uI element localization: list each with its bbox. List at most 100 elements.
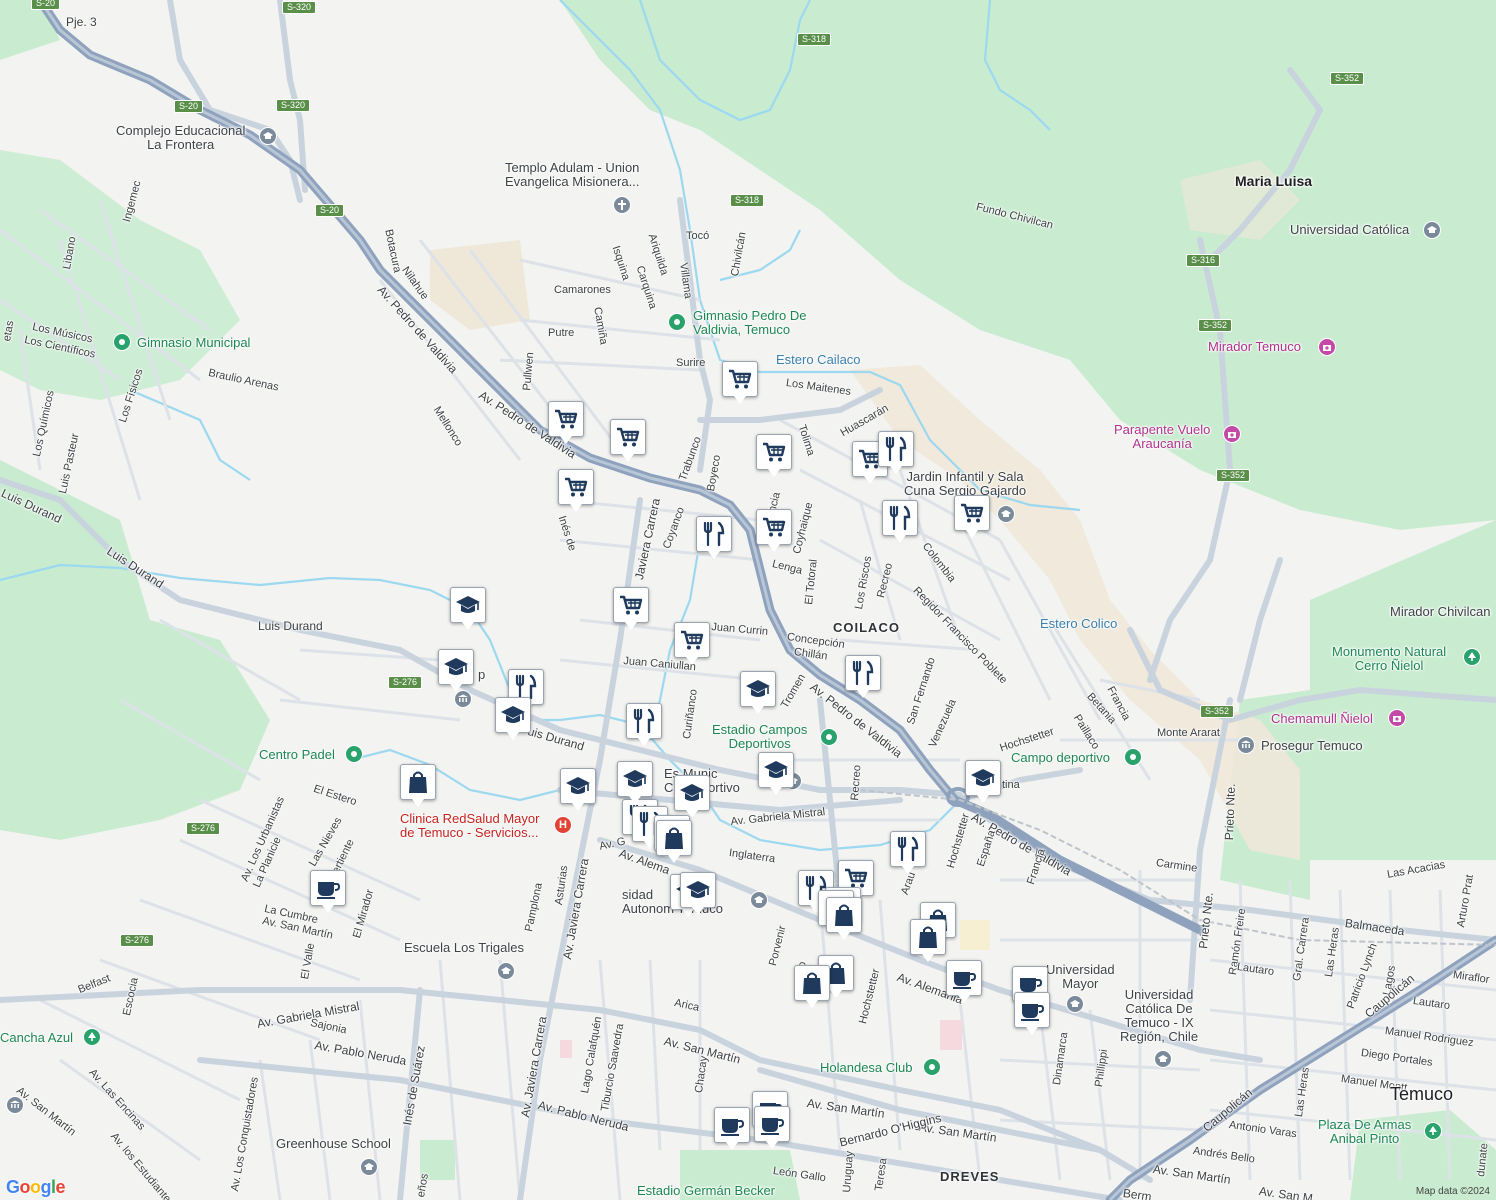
grocery-marker[interactable] (722, 361, 758, 404)
poi-templo-adulam[interactable]: Templo Adulam - Union Evangelica Misione… (505, 161, 639, 189)
poi-name-line2: Evangelica Misionera... (505, 174, 640, 189)
poi-gimnasio-municipal[interactable]: Gimnasio Municipal (137, 336, 250, 350)
poi-name-line2: Anibal Pinto (1329, 1131, 1400, 1146)
road-shield: S-276 (388, 676, 423, 689)
school-icon (360, 1158, 378, 1176)
bank-icon (1237, 736, 1255, 754)
shopping-marker[interactable] (794, 965, 830, 1008)
restaurant-marker[interactable] (626, 703, 662, 746)
grocery-marker[interactable] (613, 587, 649, 630)
restaurant-icon (894, 835, 922, 863)
hospital-icon: H (554, 816, 572, 834)
poi-estadio-german-becker[interactable]: Estadio Germán Becker (637, 1184, 775, 1198)
restaurant-icon (882, 435, 910, 463)
poi-name: Universidad (1124, 987, 1194, 1002)
grocery-marker[interactable] (756, 509, 792, 552)
cafe-marker[interactable] (946, 960, 982, 1003)
cafe-icon (950, 964, 978, 992)
school-icon (1154, 1050, 1172, 1068)
grocery-marker[interactable] (558, 469, 594, 512)
school-marker[interactable] (560, 768, 596, 811)
school-marker[interactable] (758, 752, 794, 795)
poi-name: Plaza De Armas (1318, 1117, 1412, 1132)
restaurant-marker[interactable] (878, 431, 914, 474)
road-shield: S-20 (174, 100, 204, 113)
tree-icon (1463, 648, 1481, 666)
school-marker[interactable] (674, 775, 710, 818)
poi-complejo-educacional[interactable]: Complejo Educacional La Frontera (116, 124, 245, 152)
poi-greenhouse-school[interactable]: Greenhouse School (276, 1137, 391, 1151)
poi-mirador-temuco[interactable]: Mirador Temuco (1208, 340, 1301, 354)
camera-icon (1223, 425, 1241, 443)
google-logo[interactable]: Google (6, 1177, 66, 1198)
poi-universidad-mayor[interactable]: Universidad Mayor (1046, 963, 1115, 991)
restaurant-marker[interactable] (696, 516, 732, 559)
shopping-marker[interactable] (826, 897, 862, 940)
school-marker[interactable] (680, 872, 716, 915)
school-icon (678, 779, 706, 807)
poi-plaza-de-armas[interactable]: Plaza De Armas Anibal Pinto (1318, 1118, 1411, 1146)
school-marker[interactable] (965, 760, 1001, 803)
road-label: Tocó (686, 230, 710, 242)
poi-universidad-catolica[interactable]: Universidad Católica (1290, 223, 1409, 237)
road-label: Putre (548, 327, 575, 339)
poi-monumento-nielol[interactable]: Monumento Natural Cerro Ñielol (1332, 645, 1446, 673)
school-marker[interactable] (438, 649, 474, 692)
shopping-marker[interactable] (656, 820, 692, 863)
poi-universidad-catolica-ix[interactable]: Universidad Católica De Temuco - IX Regi… (1120, 988, 1198, 1044)
school-icon (497, 962, 515, 980)
restaurant-marker[interactable] (890, 831, 926, 874)
water-label-estero-colico: Estero Colico (1040, 616, 1118, 631)
school-marker[interactable] (495, 697, 531, 740)
grocery-icon (958, 499, 986, 527)
school-icon (684, 876, 712, 904)
restaurant-icon (630, 707, 658, 735)
cafe-marker[interactable] (1014, 992, 1050, 1035)
cafe-marker[interactable] (310, 870, 346, 913)
poi-gimnasio-pedro-de-valdivia[interactable]: Gimnasio Pedro De Valdivia, Temuco (693, 309, 806, 337)
grocery-marker[interactable] (954, 495, 990, 538)
restaurant-marker[interactable] (845, 655, 881, 698)
poi-prosegur[interactable]: Prosegur Temuco (1261, 739, 1363, 753)
camera-icon (1318, 338, 1336, 356)
poi-name-line2: La Frontera (147, 137, 215, 152)
shopping-marker[interactable] (910, 919, 946, 962)
shopping-marker[interactable] (400, 764, 436, 807)
poi-parapente-vuelo[interactable]: Parapente Vuelo Araucanía (1114, 423, 1210, 451)
school-marker[interactable] (740, 671, 776, 714)
poi-estadio-campos-deportivos[interactable]: Estadio Campos Deportivos (712, 723, 807, 751)
grocery-marker[interactable] (548, 401, 584, 444)
road-shield: S-352 (1216, 469, 1251, 482)
poi-mirador-chivilcan[interactable]: Mirador Chivilcan (1390, 605, 1490, 619)
school-marker[interactable] (450, 587, 486, 630)
poi-holandesa-club[interactable]: Holandesa Club (820, 1061, 913, 1075)
map-attribution[interactable]: Map data ©2024 (1416, 1186, 1490, 1197)
grocery-icon (678, 626, 706, 654)
grocery-marker[interactable] (610, 419, 646, 462)
poi-centro-padel[interactable]: Centro Padel (259, 748, 335, 762)
poi-escuela-los-trigales[interactable]: Escuela Los Trigales (404, 941, 524, 955)
road-label: Pje. 3 (66, 15, 97, 29)
road-shield: S-276 (186, 822, 221, 835)
school-icon (499, 701, 527, 729)
poi-jardin-infantil[interactable]: Jardin Infantil y Sala Cuna Sergio Gajar… (904, 470, 1026, 498)
restaurant-marker[interactable] (882, 500, 918, 543)
park-icon (668, 313, 686, 331)
grocery-marker[interactable] (756, 434, 792, 477)
road-label: Camarones (554, 284, 611, 296)
logo-letter: g (40, 1177, 52, 1197)
grocery-marker[interactable] (674, 622, 710, 665)
poi-campo-deportivo[interactable]: Campo deportivo (1011, 751, 1110, 765)
school-marker[interactable] (617, 761, 653, 804)
place-label-coilaco: COILACO (833, 620, 900, 635)
road-shield: S-352 (1200, 705, 1235, 718)
map-canvas[interactable]: Pje. 3 Av. Pedro de Valdivia Av. Pedro d… (0, 0, 1496, 1200)
poi-clinica-redsalud[interactable]: Clinica RedSalud Mayor de Temuco - Servi… (400, 812, 539, 840)
cafe-marker[interactable] (714, 1107, 750, 1150)
park-icon (923, 1058, 941, 1076)
poi-name: Templo Adulam - Union (505, 160, 640, 175)
poi-chemamull[interactable]: Chemamull Ñielol (1271, 712, 1373, 726)
poi-cancha-azul[interactable]: Cancha Azul (0, 1031, 73, 1045)
park-icon (345, 745, 363, 763)
cafe-marker[interactable] (754, 1106, 790, 1149)
